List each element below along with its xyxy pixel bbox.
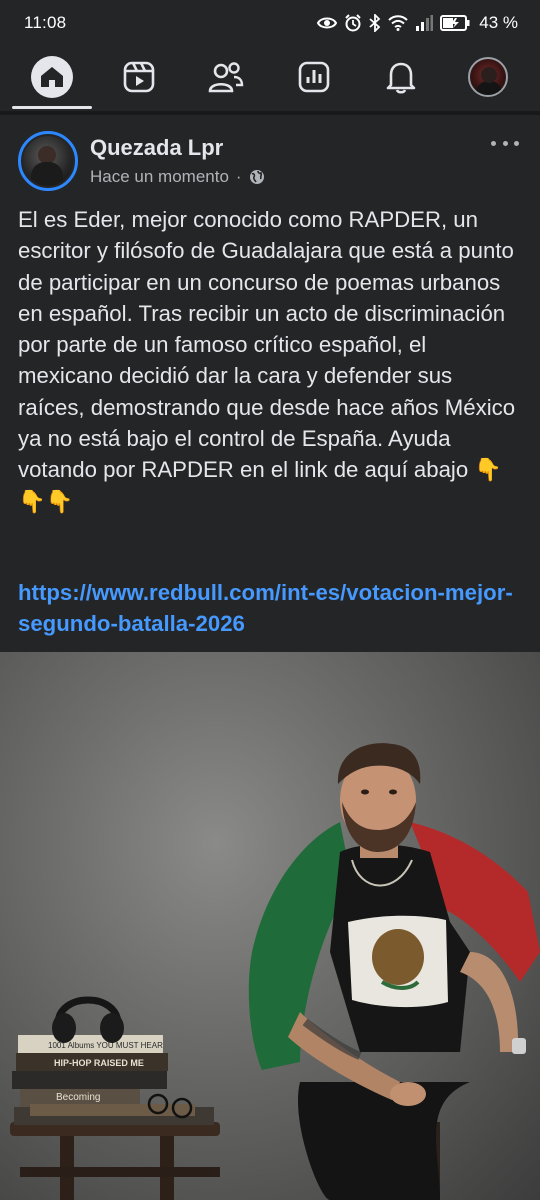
feed-divider xyxy=(0,111,540,115)
status-bar: 11:08 43 % xyxy=(0,0,540,46)
bluetooth-icon xyxy=(369,14,381,32)
friends-icon xyxy=(209,62,244,93)
avatar xyxy=(23,136,73,186)
post-link[interactable]: https://www.redbull.com/int-es/votacion-… xyxy=(18,577,518,640)
post-body: El es Eder, mejor conocido como RAPDER, … xyxy=(18,207,522,514)
book-title-2: HIP-HOP RAISED ME xyxy=(54,1058,144,1068)
top-nav xyxy=(0,46,540,109)
post-header: Quezada Lpr Hace un momento · xyxy=(18,130,522,192)
avatar xyxy=(468,57,509,97)
more-options-icon[interactable] xyxy=(488,134,522,152)
dashboard-icon xyxy=(298,61,329,93)
eye-icon xyxy=(317,17,338,29)
post-author-name[interactable]: Quezada Lpr xyxy=(90,135,522,161)
post-time-row: Hace un momento · xyxy=(90,167,522,187)
signal-icon xyxy=(416,15,434,31)
home-icon xyxy=(30,56,73,98)
tab-friends[interactable] xyxy=(196,49,256,105)
status-time: 11:08 xyxy=(24,13,67,32)
tab-home[interactable] xyxy=(11,49,92,109)
post-meta: Quezada Lpr Hace un momento · xyxy=(90,135,522,187)
battery-percent: 43 % xyxy=(479,13,518,32)
tab-profile[interactable] xyxy=(458,49,518,105)
globe-icon xyxy=(249,170,264,184)
tab-video[interactable] xyxy=(109,49,169,105)
author-avatar[interactable] xyxy=(18,131,78,191)
tab-dashboard[interactable] xyxy=(284,49,344,105)
battery-icon xyxy=(440,15,470,31)
video-icon xyxy=(123,61,155,93)
book-title-3: Becoming xyxy=(56,1092,100,1103)
portrait-illustration: Becoming HIP-HOP RAISED ME 1001 Albums Y… xyxy=(10,743,540,1200)
post-photo[interactable]: Becoming HIP-HOP RAISED ME 1001 Albums Y… xyxy=(0,652,540,1200)
tab-notifications[interactable] xyxy=(371,49,431,105)
status-icons: 43 % xyxy=(317,13,518,33)
alarm-icon xyxy=(345,14,361,32)
post-timestamp[interactable]: Hace un momento xyxy=(90,167,229,187)
separator-dot: · xyxy=(235,167,242,186)
bell-icon xyxy=(386,62,416,94)
wifi-icon xyxy=(388,15,408,31)
